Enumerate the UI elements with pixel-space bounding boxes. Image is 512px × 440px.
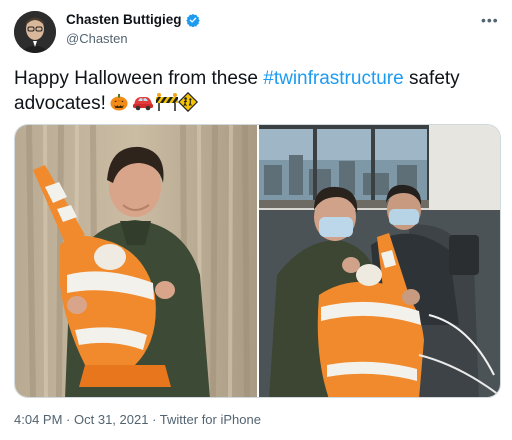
children-crossing-emoji [177, 91, 198, 113]
author-handle[interactable]: @Chasten [66, 31, 128, 46]
hashtag-link[interactable]: #twinfrastructure [263, 68, 403, 89]
author-name[interactable]: Chasten Buttigieg [66, 12, 182, 27]
more-options-icon[interactable]: ••• [481, 12, 499, 28]
jack-o-lantern-emoji [109, 92, 129, 112]
tweet-date[interactable]: Oct 31, 2021 [74, 412, 148, 427]
car-emoji [132, 92, 153, 112]
tweet-text: Happy Halloween from these #twinfrastruc… [14, 66, 502, 116]
tweet-metadata: 4:04 PM · Oct 31, 2021 · Twitter for iPh… [14, 412, 261, 427]
separator-dot: · [152, 412, 160, 427]
tweet-time[interactable]: 4:04 PM [14, 412, 62, 427]
tweet-source[interactable]: Twitter for iPhone [160, 412, 261, 427]
construction-barrier-emoji [155, 92, 178, 112]
photo-left[interactable] [15, 125, 257, 397]
photo-right[interactable] [259, 125, 500, 397]
avatar[interactable] [14, 11, 56, 53]
tweet-text-prefix: Happy Halloween from these [14, 68, 264, 89]
separator-dot: · [66, 412, 74, 427]
tweet-media[interactable] [14, 124, 501, 398]
verified-badge-icon [185, 13, 200, 27]
